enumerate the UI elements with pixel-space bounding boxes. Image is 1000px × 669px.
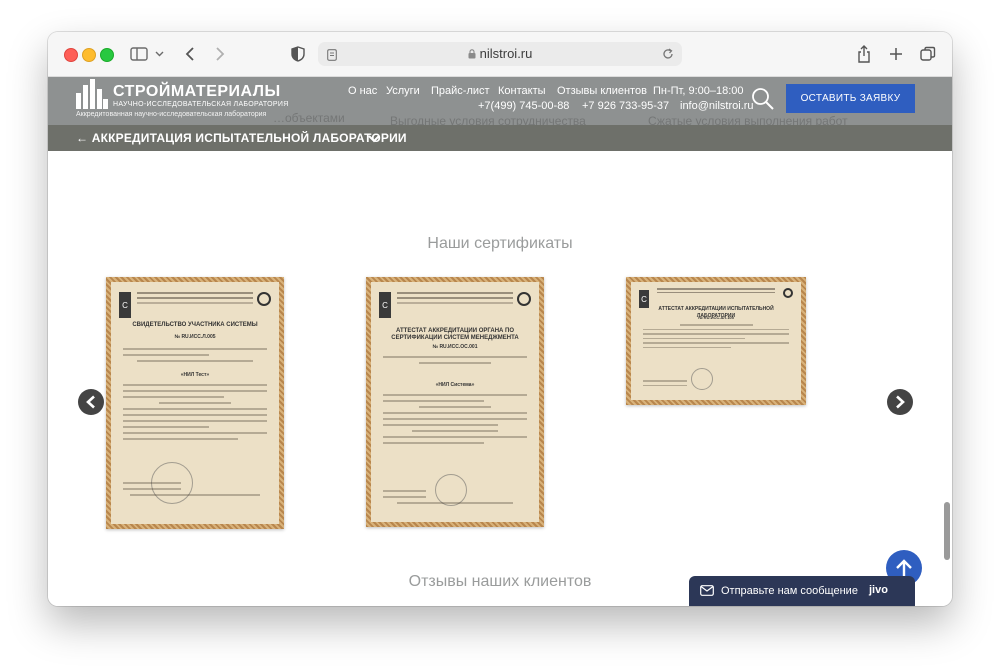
nav-about[interactable]: О нас [348, 85, 377, 97]
nav-price-list[interactable]: Прайс-лист [431, 85, 490, 97]
cert-signature-lines [383, 490, 527, 508]
browser-window: nilstroi.ru …объектами Выгодные условия … [48, 32, 952, 606]
cert-holder: «НИЛ Тест» [180, 372, 210, 378]
cert-signature-lines [123, 482, 267, 500]
cert-signature-lines [643, 380, 789, 389]
phone-2[interactable]: +7 926 733-95-37 [582, 100, 669, 112]
certificate-image: С СВИДЕТЕЛЬСТВО УЧАСТНИКА СИСТЕМЫ № RU.И… [111, 282, 279, 524]
cert-holder: «НИЛ Система» [435, 382, 475, 388]
cert-number: № RU.ИСС.АЛ.105 [698, 315, 734, 320]
certificate-image: С АТТЕСТАТ АККРЕДИТАЦИИ ОРГАНА ПО СЕРТИФ… [371, 282, 539, 522]
cert-title: АТТЕСТАТ АККРЕДИТАЦИИ ОРГАНА ПО СЕРТИФИК… [391, 328, 519, 341]
cert-text-lines [123, 384, 267, 444]
logo-title[interactable]: СТРОЙМАТЕРИАЛЫ [113, 83, 281, 101]
share-icon[interactable] [854, 43, 874, 65]
logo-caption: Аккредитованная научно-исследовательская… [76, 111, 267, 118]
chat-brand: jivo [869, 584, 888, 596]
cert-stamp-icon [783, 288, 793, 298]
email-link[interactable]: info@nilstroi.ru [680, 100, 754, 112]
certificate-card[interactable]: С СВИДЕТЕЛЬСТВО УЧАСТНИКА СИСТЕМЫ № RU.И… [106, 277, 284, 529]
tab-overview-icon[interactable] [918, 43, 938, 65]
chevron-down-icon[interactable] [368, 131, 380, 149]
cert-number: № RU.ИСС.Л.005 [174, 334, 216, 340]
url-text: nilstroi.ru [318, 46, 682, 62]
cert-title: СВИДЕТЕЛЬСТВО УЧАСТНИКА СИСТЕМЫ [132, 322, 258, 328]
cert-header-lines [397, 292, 513, 304]
cert-header-lines [137, 292, 253, 304]
site-header: …объектами Выгодные условия сотрудничест… [48, 77, 952, 128]
lock-icon [468, 47, 476, 62]
logo-subtitle: НАУЧНО-ИССЛЕДОВАТЕЛЬСКАЯ ЛАБОРАТОРИЯ [113, 101, 289, 108]
working-hours: Пн-Пт, 9:00–18:00 [653, 85, 744, 97]
forward-icon[interactable] [210, 43, 230, 65]
logo-icon[interactable] [76, 79, 108, 114]
chat-widget-button[interactable]: Отправьте нам сообщение jivo [689, 576, 915, 606]
ghost-text: …объектами [273, 111, 345, 125]
cert-text-lines [383, 356, 527, 368]
nav-contacts[interactable]: Контакты [498, 85, 546, 97]
cert-logo-icon: С [119, 292, 131, 318]
phone-1[interactable]: +7(499) 745-00-88 [478, 100, 569, 112]
cert-text-lines [123, 348, 267, 366]
privacy-shield-icon[interactable] [288, 43, 308, 65]
cert-text-lines [643, 324, 789, 351]
sidebar-icon[interactable] [128, 43, 150, 65]
address-bar[interactable]: nilstroi.ru [318, 42, 682, 66]
search-icon[interactable] [751, 87, 775, 116]
cert-logo-icon: С [379, 292, 391, 318]
chat-label: Отправьте нам сообщение [721, 585, 858, 597]
chevron-down-icon[interactable] [152, 43, 166, 65]
back-icon[interactable] [180, 43, 200, 65]
certificate-card[interactable]: С АТТЕСТАТ АККРЕДИТАЦИИ ИСПЫТАТЕЛЬНОЙ ЛА… [626, 277, 806, 405]
cert-stamp-icon [517, 292, 531, 306]
cert-text-lines [383, 394, 527, 448]
certificate-image: С АТТЕСТАТ АККРЕДИТАЦИИ ИСПЫТАТЕЛЬНОЙ ЛА… [631, 282, 801, 400]
certificates-heading: Наши сертификаты [427, 235, 573, 252]
carousel-next-button[interactable] [887, 389, 913, 415]
cert-number: № RU.ИСС.ОС.001 [432, 344, 478, 350]
certificate-card[interactable]: С АТТЕСТАТ АККРЕДИТАЦИИ ОРГАНА ПО СЕРТИФ… [366, 277, 544, 527]
scrollbar-thumb[interactable] [944, 502, 950, 560]
close-window-button[interactable] [64, 48, 78, 62]
leave-request-button[interactable]: ОСТАВИТЬ ЗАЯВКУ [786, 84, 915, 113]
new-tab-icon[interactable] [886, 43, 906, 65]
web-page: …объектами Выгодные условия сотрудничест… [48, 77, 952, 606]
minimize-window-button[interactable] [82, 48, 96, 62]
url-label: nilstroi.ru [479, 46, 533, 61]
section-nav-bar: ← АККРЕДИТАЦИЯ ИСПЫТАТЕЛЬНОЙ ЛАБОРАТОРИИ [48, 125, 952, 151]
cert-stamp-icon [257, 292, 271, 306]
nav-reviews[interactable]: Отзывы клиентов [557, 85, 647, 97]
carousel-prev-button[interactable] [78, 389, 104, 415]
section-nav-link[interactable]: ← АККРЕДИТАЦИЯ ИСПЫТАТЕЛЬНОЙ ЛАБОРАТОРИИ [76, 131, 407, 145]
browser-toolbar: nilstroi.ru [48, 32, 952, 77]
cert-header-lines [657, 288, 775, 293]
zoom-window-button[interactable] [100, 48, 114, 62]
nav-services[interactable]: Услуги [386, 85, 420, 97]
envelope-icon [700, 585, 714, 599]
reload-icon[interactable] [662, 47, 674, 65]
